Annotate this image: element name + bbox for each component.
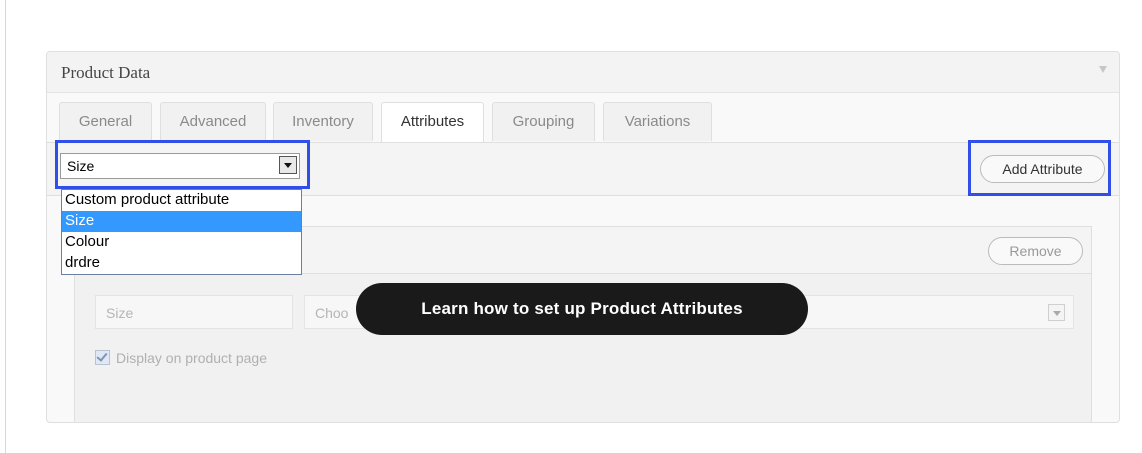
tab-attributes[interactable]: Attributes — [381, 102, 484, 143]
add-attribute-highlight-frame — [968, 140, 1111, 196]
attribute-name-field[interactable]: Size — [95, 295, 293, 329]
display-checkbox-label: Display on product page — [116, 350, 267, 366]
panel-title: Product Data — [61, 63, 151, 82]
dropdown-option-custom[interactable]: Custom product attribute — [62, 190, 301, 211]
tab-inventory[interactable]: Inventory — [273, 102, 373, 141]
tab-advanced[interactable]: Advanced — [160, 102, 266, 141]
tab-grouping[interactable]: Grouping — [492, 102, 595, 141]
attribute-name-value: Size — [106, 305, 134, 321]
checkbox-checked-icon[interactable] — [95, 350, 110, 365]
values-dropdown-arrow-icon[interactable] — [1048, 304, 1065, 321]
attribute-values-placeholder: Choo — [315, 305, 349, 321]
remove-attribute-button[interactable]: Remove — [988, 237, 1083, 265]
dropdown-option-size[interactable]: Size — [62, 211, 301, 232]
dropdown-option-drdre[interactable]: drdre — [62, 253, 301, 274]
select-highlight-frame — [55, 140, 310, 189]
panel-header: Product Data — [47, 52, 1119, 93]
help-tooltip[interactable]: Learn how to set up Product Attributes — [356, 283, 808, 335]
display-on-product-page-option[interactable]: Display on product page — [95, 347, 285, 369]
dropdown-option-colour[interactable]: Colour — [62, 232, 301, 253]
attribute-dropdown-list: Custom product attribute Size Colour drd… — [61, 189, 302, 275]
page-left-border — [5, 0, 6, 453]
tab-general[interactable]: General — [59, 102, 152, 141]
tab-variations[interactable]: Variations — [603, 102, 712, 141]
collapse-arrow-icon[interactable] — [1099, 66, 1107, 73]
